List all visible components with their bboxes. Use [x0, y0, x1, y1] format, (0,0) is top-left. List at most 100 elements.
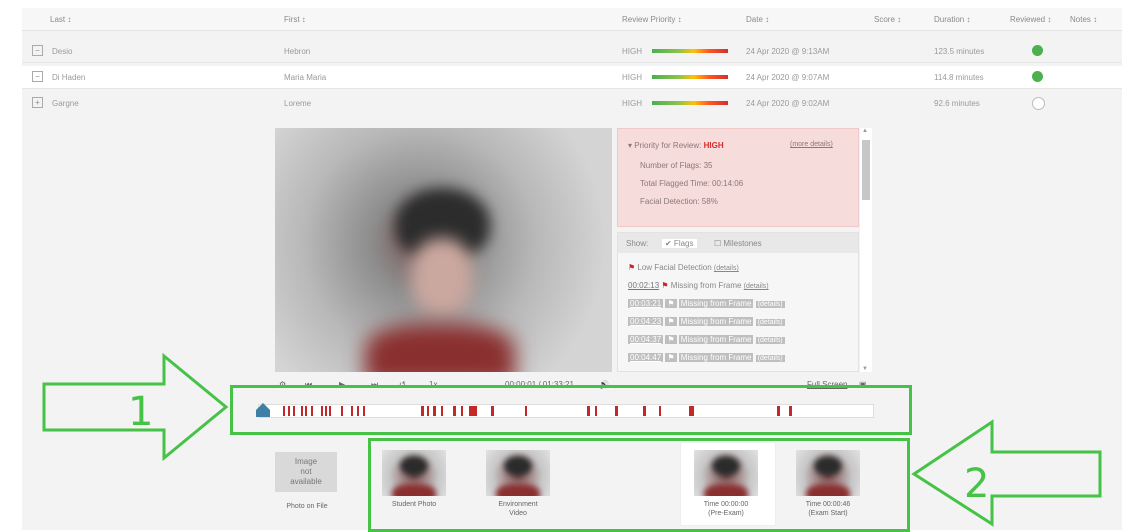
webcam-video[interactable]	[275, 128, 612, 372]
column-first[interactable]: First ↕	[284, 15, 306, 24]
annotation-number-2: 2	[964, 461, 990, 507]
flag-label: Missing from Frame	[678, 299, 754, 308]
student-photo-thumbnail[interactable]	[382, 450, 446, 496]
priority-gradient-bar	[652, 101, 728, 105]
details-link[interactable]: (details)	[714, 265, 739, 272]
cell-first: Maria Maria	[284, 73, 327, 82]
details-link[interactable]: (details)	[744, 283, 769, 290]
priority-gradient-bar	[652, 49, 728, 53]
cell-last: Di Haden	[52, 73, 86, 82]
scroll-down-icon[interactable]: ▼	[862, 366, 868, 372]
flag-timestamp[interactable]: 00:04:47	[628, 353, 664, 362]
flag-timestamp[interactable]: 00:02:13	[628, 281, 659, 290]
thumbnail-caption: Student Photo	[391, 501, 437, 508]
flag-timestamp[interactable]: 00:04:37	[628, 335, 664, 344]
facial-detection: Facial Detection: 58%	[640, 197, 718, 206]
pre-exam-thumbnail[interactable]	[694, 450, 758, 496]
flag-timestamp[interactable]: 00:04:23	[628, 317, 664, 326]
table-row[interactable]: + Gargne Loreme HIGH 24 Apr 2020 @ 9:02A…	[22, 92, 1122, 114]
list-item[interactable]: 00:04:37 ⚑ Missing from Frame (details)	[628, 335, 785, 344]
cell-duration: 123.5 minutes	[934, 47, 985, 56]
cell-first: Loreme	[284, 99, 312, 108]
video-subject-shirt	[365, 324, 515, 372]
show-label: Show:	[626, 239, 649, 248]
flag-label: Missing from Frame	[670, 281, 742, 290]
cell-first: Hebron	[284, 47, 311, 56]
column-priority[interactable]: Review Priority ↕	[622, 15, 682, 24]
details-link[interactable]: (details)	[755, 355, 785, 362]
column-last[interactable]: Last ↕	[50, 15, 71, 24]
no-image-placeholder: Image not available	[275, 452, 337, 492]
expand-toggle[interactable]: −	[32, 71, 43, 82]
list-item[interactable]: 00:03:21 ⚑ Missing from Frame (details)	[628, 299, 785, 308]
tab-milestones[interactable]: ☐ Milestones	[714, 239, 762, 248]
table-row[interactable]: − Di Haden Maria Maria HIGH 24 Apr 2020 …	[22, 66, 1122, 89]
annotation-box-1	[230, 385, 912, 435]
table-header: Last ↕ First ↕ Review Priority ↕ Date ↕ …	[22, 8, 1122, 31]
column-date[interactable]: Date ↕	[746, 15, 769, 24]
thumbnail-caption: Time 00:00:00 (Pre-Exam)	[703, 501, 749, 517]
flag-filter-tabs: Show: ✔ Flags ☐ Milestones	[618, 233, 858, 253]
flags-scrollbar[interactable]: ▲ ▼	[860, 128, 872, 372]
priority-gradient-bar	[652, 75, 728, 79]
flag-label: Missing from Frame	[678, 353, 754, 362]
cell-last: Desio	[52, 47, 73, 56]
annotation-number-1: 1	[128, 389, 154, 435]
expand-toggle[interactable]: −	[32, 45, 43, 56]
flag-icon: ⚑	[665, 317, 677, 326]
cell-date: 24 Apr 2020 @ 9:07AM	[746, 73, 830, 82]
flag-icon: ⚑	[665, 335, 677, 344]
flags-panel: Show: ✔ Flags ☐ Milestones ⚑ Low Facial …	[617, 232, 859, 372]
flag-icon: ⚑	[661, 281, 669, 290]
reviewed-circle-icon[interactable]	[1032, 97, 1045, 110]
flag-timestamp[interactable]: 00:03:21	[628, 299, 664, 308]
expand-toggle[interactable]: +	[32, 97, 43, 108]
flag-icon: ⚑	[665, 353, 677, 362]
thumbnail-caption: Time 00:00:46 (Exam Start)	[805, 501, 851, 517]
flag-icon: ⚑	[665, 299, 677, 308]
cell-date: 24 Apr 2020 @ 9:13AM	[746, 47, 830, 56]
reviewed-check-icon[interactable]	[1032, 45, 1043, 56]
priority-label: Priority for Review:	[634, 141, 702, 150]
cell-priority: HIGH	[622, 99, 642, 108]
column-notes[interactable]: Notes ↕	[1070, 15, 1097, 24]
column-reviewed[interactable]: Reviewed ↕	[1010, 15, 1051, 24]
column-duration[interactable]: Duration ↕	[934, 15, 970, 24]
video-subject-face	[411, 238, 473, 316]
flag-count: Number of Flags: 35	[640, 161, 713, 170]
flagged-time: Total Flagged Time: 00:14:06	[640, 179, 744, 188]
column-score[interactable]: Score ↕	[874, 15, 901, 24]
annotation-arrow-left-icon	[911, 419, 1102, 527]
flag-label: Low Facial Detection	[637, 263, 712, 272]
details-link[interactable]: (details)	[755, 319, 785, 326]
list-item[interactable]: 00:02:13 ⚑ Missing from Frame (details)	[628, 281, 769, 290]
thumbnail-caption: Environment Video	[498, 501, 538, 517]
list-item[interactable]: 00:04:23 ⚑ Missing from Frame (details)	[628, 317, 785, 326]
priority-value: HIGH	[703, 141, 724, 150]
more-details-link[interactable]: (more details)	[790, 141, 833, 148]
cell-priority: HIGH	[622, 47, 642, 56]
photo-on-file-caption: Photo on File	[286, 503, 328, 510]
scrollbar-thumb[interactable]	[862, 140, 870, 200]
list-item[interactable]: 00:04:47 ⚑ Missing from Frame (details)	[628, 353, 785, 362]
scroll-up-icon[interactable]: ▲	[862, 128, 868, 134]
details-link[interactable]: (details)	[755, 337, 785, 344]
cell-last: Gargne	[52, 99, 79, 108]
flag-icon: ⚑	[628, 263, 636, 272]
environment-video-thumbnail[interactable]	[486, 450, 550, 496]
cell-duration: 114.8 minutes	[934, 73, 984, 82]
review-summary: ▾ Priority for Review: HIGH (more detail…	[617, 128, 859, 227]
flag-label: Missing from Frame	[678, 335, 754, 344]
collapse-icon[interactable]: ▾	[628, 141, 632, 150]
flag-label: Missing from Frame	[678, 317, 754, 326]
table-row[interactable]: − Desio Hebron HIGH 24 Apr 2020 @ 9:13AM…	[22, 40, 1122, 63]
cell-date: 24 Apr 2020 @ 9:02AM	[746, 99, 830, 108]
list-item[interactable]: ⚑ Low Facial Detection (details)	[628, 263, 739, 272]
priority-line: ▾ Priority for Review: HIGH	[628, 141, 724, 150]
cell-priority: HIGH	[622, 73, 642, 82]
cell-duration: 92.6 minutes	[934, 99, 980, 108]
tab-flags[interactable]: ✔ Flags	[662, 239, 697, 248]
exam-start-thumbnail[interactable]	[796, 450, 860, 496]
reviewed-check-icon[interactable]	[1032, 71, 1043, 82]
details-link[interactable]: (details)	[755, 301, 785, 308]
